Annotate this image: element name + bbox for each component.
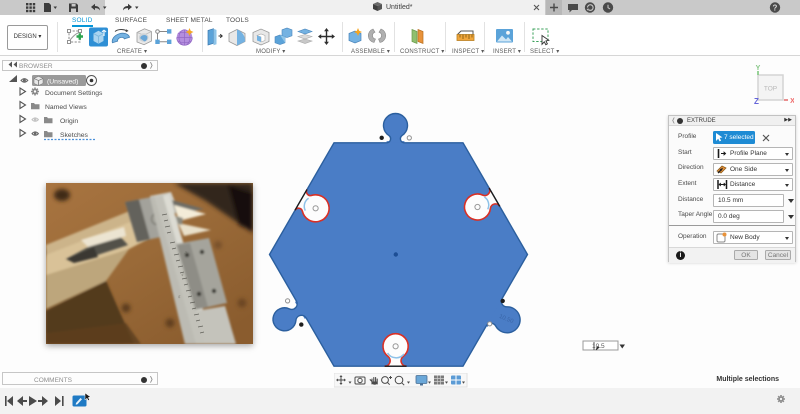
svg-text:(Unsaved): (Unsaved) [47, 78, 78, 85]
svg-text:TOP: TOP [764, 86, 777, 93]
svg-text:X: X [790, 98, 794, 105]
svg-text:Document Settings: Document Settings [45, 90, 103, 97]
svg-text:Y: Y [756, 65, 761, 72]
svg-text:Z: Z [754, 97, 759, 106]
svg-text:Named Views: Named Views [45, 104, 87, 111]
svg-text:Sketches: Sketches [60, 132, 89, 139]
svg-text:?: ? [773, 3, 778, 12]
svg-text:Origin: Origin [60, 118, 78, 125]
